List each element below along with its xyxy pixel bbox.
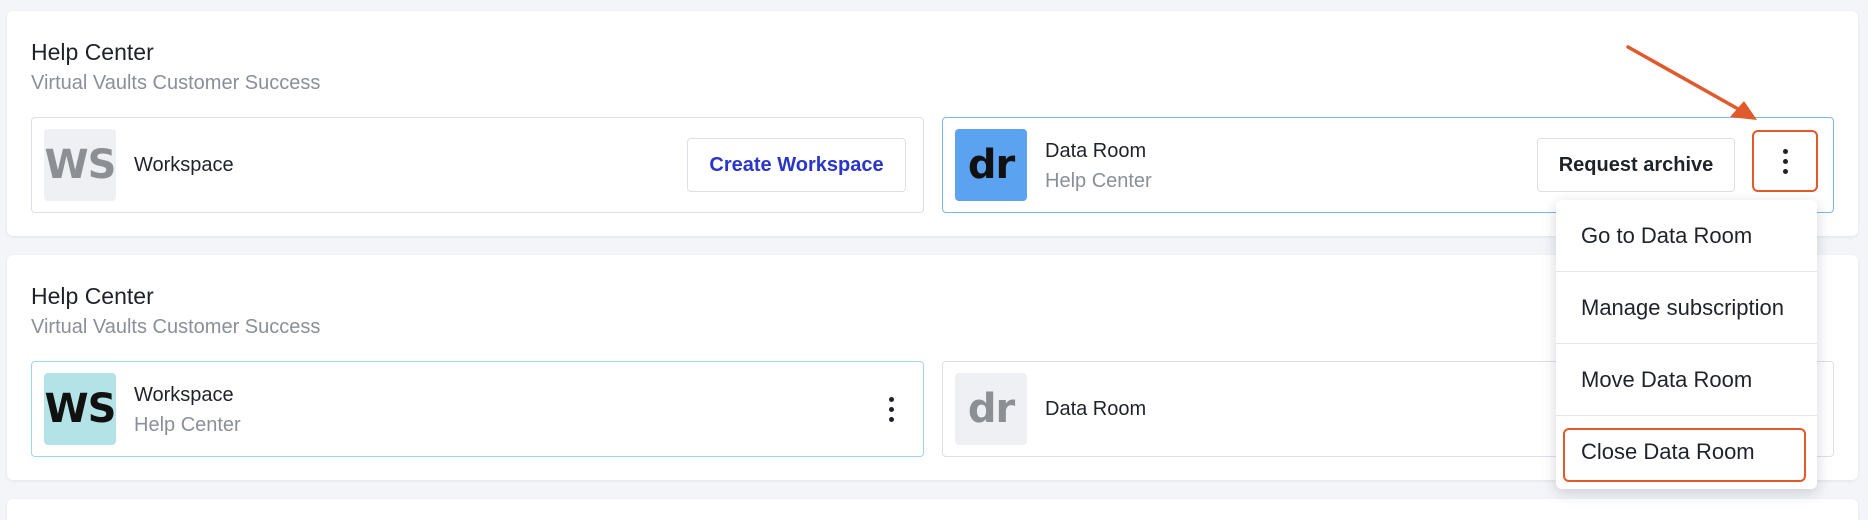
workspace-more-button[interactable]: [858, 378, 924, 440]
menu-item-manage-subscription[interactable]: Manage subscription: [1556, 272, 1817, 344]
dataroom-name: Data Room: [1045, 398, 1147, 420]
kebab-vertical-icon: [1782, 148, 1788, 174]
workspace-tile[interactable]: WS Workspace Create Workspace: [31, 117, 924, 213]
dataroom-more-button[interactable]: [1752, 130, 1818, 192]
kebab-vertical-icon: [888, 396, 894, 422]
workspace-name: Workspace: [134, 154, 234, 176]
workspace-tile[interactable]: WS Workspace Help Center: [31, 361, 924, 457]
dataroom-logo: dr: [955, 129, 1027, 201]
menu-item-close-data-room[interactable]: Close Data Room: [1556, 416, 1817, 488]
workspace-subtitle: Help Center: [134, 414, 241, 436]
project-card: [7, 499, 1858, 520]
workspace-logo: WS: [44, 129, 116, 201]
card-subtitle: Virtual Vaults Customer Success: [31, 72, 321, 94]
create-workspace-button[interactable]: Create Workspace: [687, 138, 906, 192]
dataroom-subtitle: Help Center: [1045, 170, 1152, 192]
menu-item-move-data-room[interactable]: Move Data Room: [1556, 344, 1817, 416]
workspace-logo: WS: [44, 373, 116, 445]
dataroom-tile[interactable]: dr Data Room Help Center Request archive: [942, 117, 1834, 213]
menu-item-go-to-data-room[interactable]: Go to Data Room: [1556, 200, 1817, 272]
card-title: Help Center: [31, 39, 154, 65]
card-title: Help Center: [31, 283, 154, 309]
request-archive-button[interactable]: Request archive: [1537, 138, 1735, 192]
dataroom-name: Data Room: [1045, 140, 1147, 162]
dataroom-logo: dr: [955, 373, 1027, 445]
card-subtitle: Virtual Vaults Customer Success: [31, 316, 321, 338]
dataroom-actions-menu: Go to Data Room Manage subscription Move…: [1556, 200, 1817, 489]
workspace-name: Workspace: [134, 384, 234, 406]
